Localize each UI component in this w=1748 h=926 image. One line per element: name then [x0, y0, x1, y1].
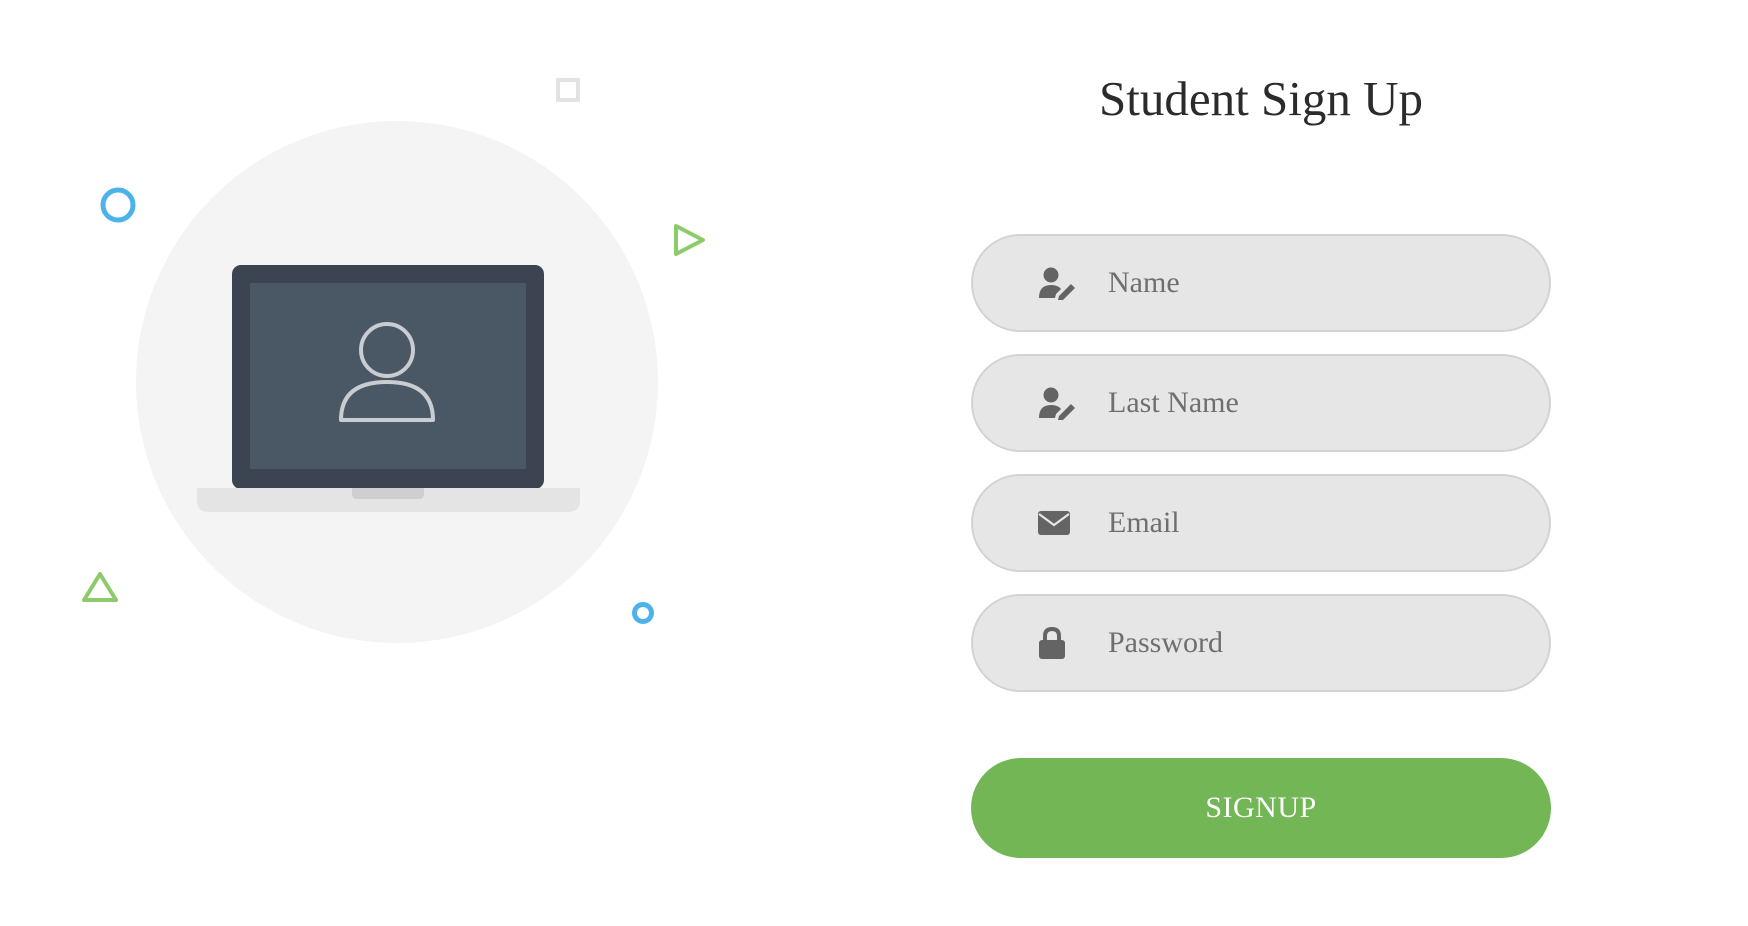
- decor-triangle-up: [82, 572, 118, 602]
- name-input[interactable]: [1108, 236, 1518, 330]
- last-name-field[interactable]: [971, 354, 1551, 452]
- email-field[interactable]: [971, 474, 1551, 572]
- signup-page: Student Sign Up Name Last Name Email SIG…: [0, 0, 1748, 926]
- laptop-notch: [352, 488, 424, 499]
- password-input[interactable]: [1108, 596, 1518, 690]
- envelope-icon: [1037, 503, 1081, 543]
- email-input[interactable]: [1108, 476, 1518, 570]
- decor-circle-large: [100, 187, 136, 223]
- illustration: [0, 0, 800, 926]
- decor-triangle-right: [674, 224, 705, 256]
- user-edit-icon: [1037, 383, 1081, 423]
- signup-button[interactable]: SIGNUP: [971, 758, 1551, 858]
- decor-circle-small: [632, 602, 654, 624]
- decor-square: [556, 78, 580, 102]
- page-title: Student Sign Up: [1099, 71, 1423, 126]
- last-name-input[interactable]: [1108, 356, 1518, 450]
- illustration-graphic: [82, 78, 705, 643]
- name-field[interactable]: [971, 234, 1551, 332]
- password-field[interactable]: [971, 594, 1551, 692]
- lock-icon: [1037, 623, 1081, 663]
- user-edit-icon: [1037, 263, 1081, 303]
- laptop-icon: [197, 265, 580, 512]
